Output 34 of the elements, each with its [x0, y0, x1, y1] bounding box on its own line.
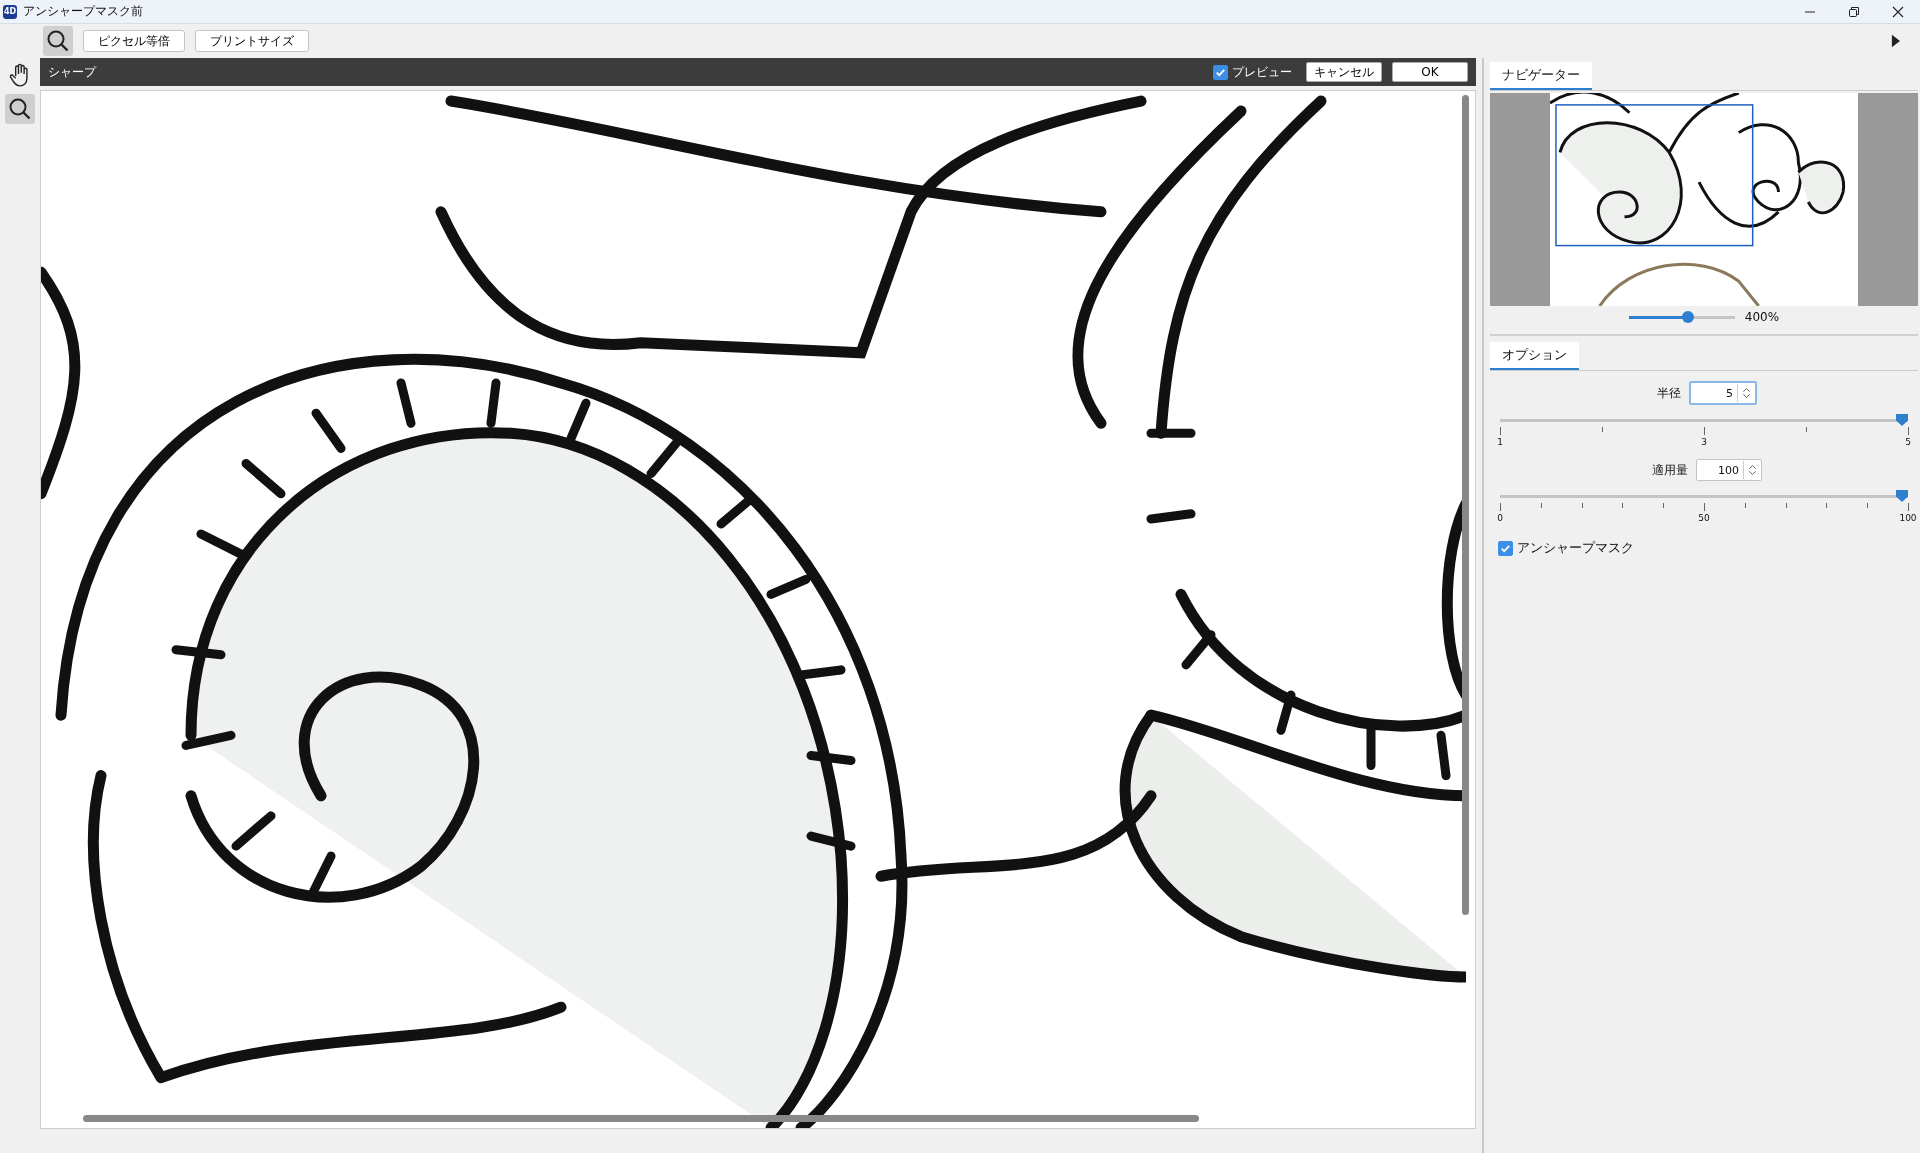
unsharp-mask-label: アンシャープマスク [1517, 539, 1634, 557]
preview-checkbox[interactable] [1213, 64, 1228, 80]
tick-label: 100 [1899, 513, 1917, 523]
zoom-value: 400% [1744, 310, 1780, 324]
toolbar-button[interactable]: ピクセル等倍 [83, 30, 185, 52]
field-label: 適用量 [1652, 461, 1688, 479]
number-spinner-field[interactable]: 100 [1696, 459, 1762, 481]
options-tab[interactable]: オプション [1490, 342, 1579, 370]
slider-thumb[interactable] [1896, 414, 1908, 426]
app-logo: 4D [3, 4, 17, 19]
restore-icon[interactable] [1848, 5, 1860, 18]
tick-label: 5 [1905, 437, 1911, 447]
slider-thumb[interactable] [1896, 490, 1908, 502]
dialog-button[interactable]: キャンセル [1306, 62, 1382, 82]
expand-arrow-icon[interactable] [1891, 34, 1900, 48]
tick-label: 50 [1698, 513, 1710, 523]
number-spinner-field[interactable]: 5 [1689, 381, 1757, 405]
close-icon[interactable] [1892, 5, 1904, 18]
search-icon[interactable] [5, 94, 35, 124]
vertical-scrollbar[interactable] [1462, 95, 1469, 915]
field-label: 半径 [1657, 384, 1681, 402]
toolbar-button[interactable]: プリントサイズ [195, 30, 309, 52]
filter-title: シャープ [48, 63, 96, 81]
horizontal-scrollbar[interactable] [83, 1115, 1199, 1122]
tick-label: 3 [1701, 437, 1707, 447]
window-title: アンシャープマスク前 [23, 3, 143, 20]
unsharp-mask-checkbox[interactable] [1498, 540, 1513, 556]
search-icon[interactable] [43, 26, 73, 56]
tick-label: 1 [1497, 437, 1503, 447]
navigator-tab[interactable]: ナビゲーター [1490, 62, 1592, 90]
preview-label: プレビュー [1232, 63, 1292, 81]
tick-label: 0 [1497, 513, 1503, 523]
zoom-slider-thumb[interactable] [1682, 311, 1695, 323]
dialog-button[interactable]: OK [1392, 62, 1468, 82]
